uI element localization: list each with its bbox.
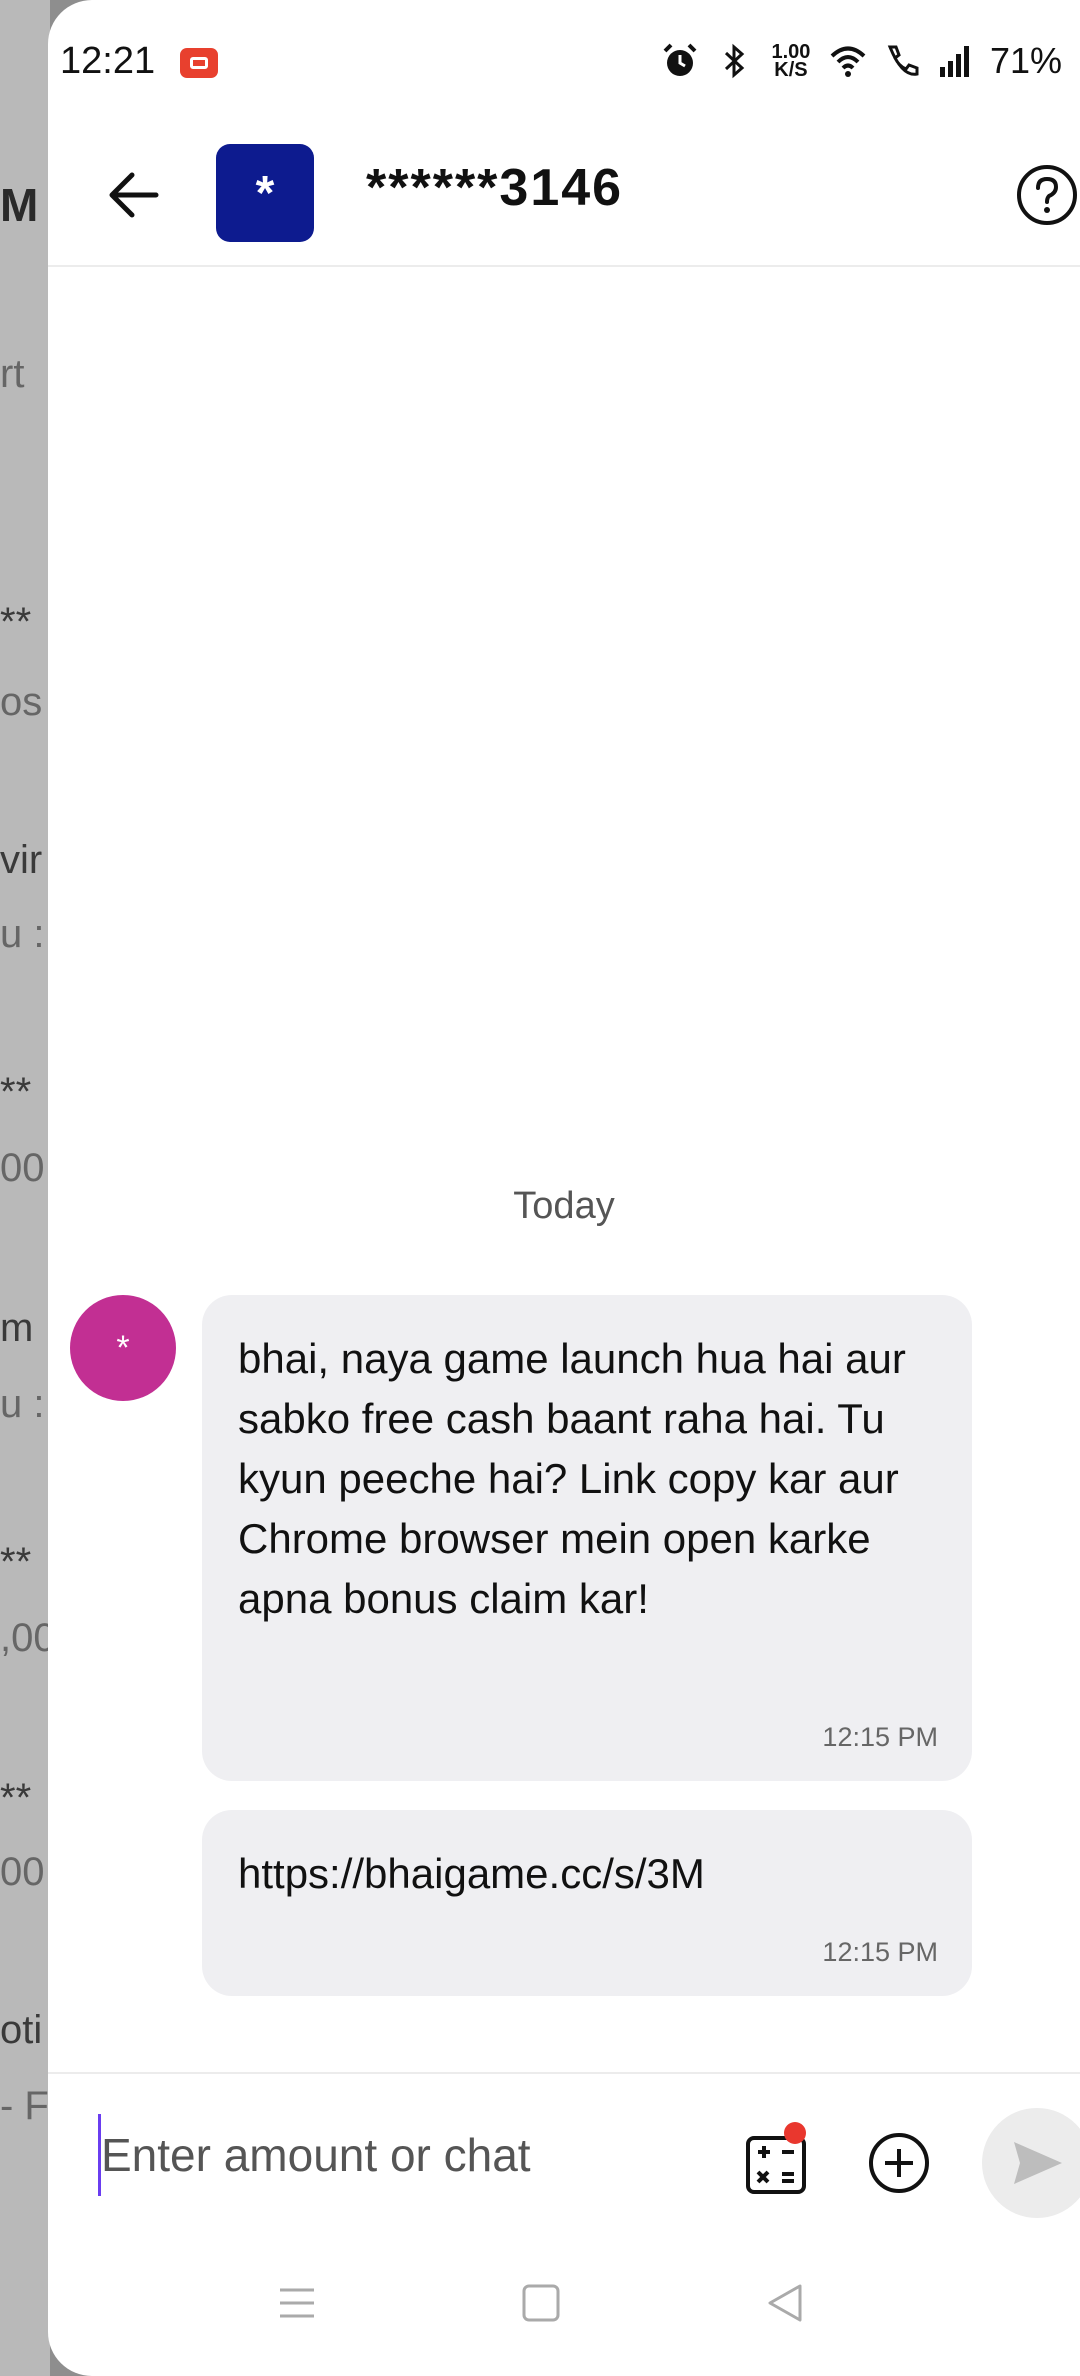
send-icon	[1014, 2142, 1062, 2184]
message-time: 12:15 PM	[822, 1722, 938, 1752]
bg-fragment: 00	[0, 1146, 45, 1190]
wifi-calling-icon	[887, 45, 919, 76]
send-button[interactable]	[982, 2108, 1080, 2218]
nav-back-button[interactable]	[760, 2278, 810, 2328]
alarm-icon	[663, 43, 697, 76]
recent-apps-button[interactable]	[272, 2278, 322, 2328]
bg-fragment: **	[0, 1776, 32, 1820]
bg-fragment: os	[0, 680, 43, 724]
notification-dot	[784, 2122, 806, 2144]
plus-icon	[885, 2149, 913, 2177]
question-circle-icon	[1036, 176, 1059, 204]
input-bar	[48, 2072, 1080, 2254]
back-button[interactable]	[100, 160, 170, 230]
sender-avatar[interactable]: *	[70, 1295, 176, 1401]
background-list: M rt ** os vir u : ** 00 m u : ** ,00 **…	[0, 0, 50, 2376]
message-link[interactable]: https://bhaigame.cc/s/3M	[238, 1844, 936, 1904]
battery-level: 71%	[989, 40, 1062, 81]
system-nav-bar	[48, 2270, 1080, 2350]
contact-name[interactable]: ******3146	[366, 158, 623, 218]
add-button[interactable]	[866, 2130, 932, 2196]
triangle-back-icon	[768, 2284, 802, 2322]
status-icons: 1.00 K/S 71%	[660, 40, 1062, 82]
chat-panel: 12:21 1.00 K/S 71% * ******3146 Today * …	[48, 0, 1080, 2376]
bg-fragment: M	[0, 179, 39, 231]
bg-fragment: **	[0, 1070, 32, 1114]
bg-fragment: rt	[0, 352, 25, 396]
bg-fragment: 00	[0, 1850, 45, 1894]
help-button[interactable]	[1014, 162, 1080, 228]
bg-fragment: u :	[0, 912, 45, 956]
bg-fragment: **	[0, 1540, 32, 1584]
network-speed: 1.00 K/S	[771, 41, 811, 81]
square-icon	[522, 2284, 560, 2322]
status-bar: 12:21 1.00 K/S 71%	[48, 0, 1080, 120]
bg-fragment: oti	[0, 2008, 43, 2052]
calculator-icon	[756, 2146, 794, 2184]
home-button[interactable]	[516, 2278, 566, 2328]
bg-fragment: - F	[0, 2084, 49, 2128]
signal-icon	[939, 46, 969, 77]
bg-fragment: m	[0, 1306, 34, 1350]
bg-fragment: ,00	[0, 1616, 50, 1660]
menu-icon	[280, 2288, 314, 2318]
chat-header: * ******3146	[48, 130, 1080, 267]
contact-avatar[interactable]: *	[216, 144, 314, 242]
message-bubble[interactable]: bhai, naya game launch hua hai aur sabko…	[202, 1295, 972, 1781]
arrow-left-icon	[109, 172, 159, 218]
bg-fragment: vir	[0, 838, 43, 882]
bg-fragment: u :	[0, 1382, 45, 1426]
message-text: bhai, naya game launch hua hai aur sabko…	[238, 1335, 906, 1622]
message-time: 12:15 PM	[822, 1937, 938, 1967]
message-bubble-link[interactable]: https://bhaigame.cc/s/3M 12:15 PM	[202, 1810, 972, 1996]
chat-input[interactable]	[98, 2114, 723, 2196]
wifi-icon	[830, 46, 866, 77]
bg-fragment: **	[0, 600, 32, 644]
bluetooth-icon	[724, 43, 745, 79]
date-separator: Today	[513, 1185, 615, 1227]
screen-record-icon	[180, 48, 218, 78]
status-time: 12:21	[60, 40, 156, 82]
